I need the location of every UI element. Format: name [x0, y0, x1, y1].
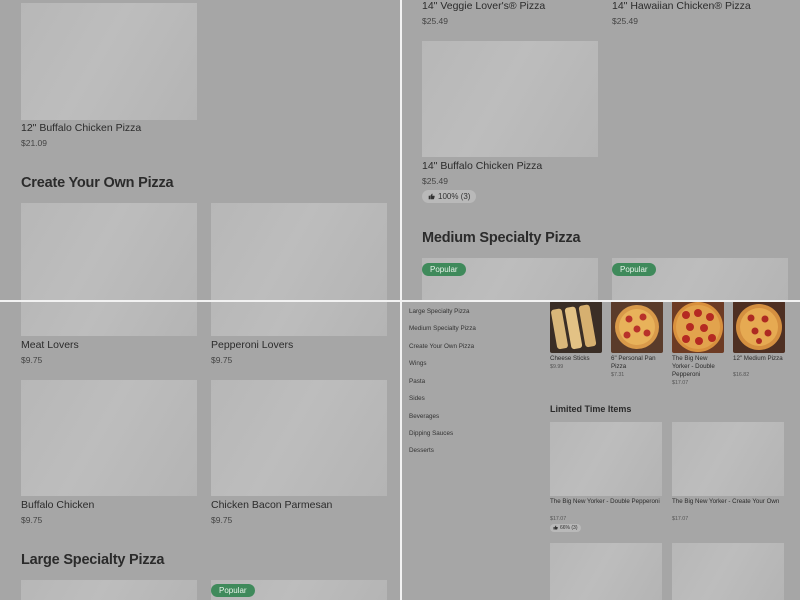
- menu-item-title[interactable]: 14" Hawaiian Chicken® Pizza: [612, 0, 751, 12]
- personal-pan-pizza-image[interactable]: [611, 302, 663, 353]
- quadrant-top-left: 12" Buffalo Chicken Pizza $21.09 Create …: [0, 0, 400, 300]
- nav-item-beverages[interactable]: Beverages: [409, 413, 439, 420]
- limited-item-image[interactable]: [672, 422, 784, 496]
- nav-item-create-your-own[interactable]: Create Your Own Pizza: [409, 343, 474, 350]
- featured-item-title[interactable]: Cheese Sticks: [550, 355, 604, 363]
- popular-badge: Popular: [612, 263, 656, 276]
- menu-item-title[interactable]: 12" Buffalo Chicken Pizza: [21, 122, 141, 134]
- menu-item-image[interactable]: [211, 302, 387, 336]
- quadrant-bottom-right: Large Specialty Pizza Medium Specialty P…: [402, 302, 800, 600]
- menu-item-title[interactable]: Buffalo Chicken: [21, 499, 94, 511]
- popular-badge: Popular: [211, 584, 255, 597]
- rating-badge: 100% (3): [422, 190, 477, 203]
- menu-item-image[interactable]: [21, 203, 197, 300]
- rating-text: 100% (3): [438, 192, 471, 201]
- nav-item-dipping-sauces[interactable]: Dipping Sauces: [409, 430, 453, 437]
- menu-item-price: $21.09: [21, 138, 47, 148]
- menu-item-price: $9.75: [21, 515, 43, 525]
- menu-item-title[interactable]: Pepperoni Lovers: [211, 339, 293, 351]
- limited-item-title[interactable]: The Big New Yorker - Create Your Own: [672, 498, 782, 506]
- menu-item-image[interactable]: [21, 302, 197, 336]
- menu-item-image[interactable]: [211, 203, 387, 300]
- menu-item-price: $25.49: [422, 176, 448, 186]
- nav-item-desserts[interactable]: Desserts: [409, 447, 434, 454]
- quadrant-bottom-left: Meat Lovers $9.75 Pepperoni Lovers $9.75…: [0, 302, 400, 600]
- featured-item-price: $17.07: [672, 380, 689, 386]
- menu-item-price: $9.75: [211, 515, 233, 525]
- limited-item-image[interactable]: [672, 543, 784, 600]
- nav-item-wings[interactable]: Wings: [409, 360, 427, 367]
- nav-item-sides[interactable]: Sides: [409, 395, 425, 402]
- menu-item-title[interactable]: Meat Lovers: [21, 339, 79, 351]
- menu-item-image[interactable]: [422, 41, 598, 157]
- rating-badge: 66% (3): [550, 524, 581, 532]
- thumbs-up-icon: [428, 194, 435, 200]
- menu-item-title[interactable]: 14" Buffalo Chicken Pizza: [422, 160, 542, 172]
- menu-item-image[interactable]: [211, 380, 387, 496]
- section-heading-large-specialty: Large Specialty Pizza: [21, 552, 165, 568]
- nav-item-medium-specialty[interactable]: Medium Specialty Pizza: [409, 325, 476, 332]
- menu-item-title[interactable]: Chicken Bacon Parmesan: [211, 499, 332, 511]
- limited-item-image[interactable]: [550, 422, 662, 496]
- nav-item-pasta[interactable]: Pasta: [409, 378, 425, 385]
- section-heading-limited-time: Limited Time Items: [550, 404, 632, 414]
- featured-item-title[interactable]: The Big New Yorker - Double Pepperoni: [672, 355, 726, 379]
- big-new-yorker-double-pepperoni-image[interactable]: [672, 302, 724, 353]
- limited-item-image[interactable]: [550, 543, 662, 600]
- quadrant-top-right: 14" Veggie Lover's® Pizza $25.49 14" Haw…: [402, 0, 800, 300]
- featured-item-title[interactable]: 6" Personal Pan Pizza: [611, 355, 665, 371]
- rating-text: 66% (3): [560, 525, 578, 531]
- cheese-sticks-image[interactable]: [550, 302, 602, 353]
- popular-badge: Popular: [422, 263, 466, 276]
- featured-item-price: $7.31: [611, 372, 625, 378]
- nav-item-large-specialty[interactable]: Large Specialty Pizza: [409, 308, 470, 315]
- menu-item-price: $25.49: [422, 16, 448, 26]
- menu-item-image[interactable]: [21, 580, 197, 600]
- medium-pizza-image[interactable]: [733, 302, 785, 353]
- menu-item-image[interactable]: [21, 3, 197, 120]
- featured-item-price: $16.82: [733, 372, 750, 378]
- menu-item-title[interactable]: 14" Veggie Lover's® Pizza: [422, 0, 545, 12]
- section-heading-create-your-own: Create Your Own Pizza: [21, 175, 174, 191]
- menu-item-image[interactable]: [21, 380, 197, 496]
- section-heading-medium-specialty: Medium Specialty Pizza: [422, 230, 581, 246]
- featured-item-price: $9.99: [550, 364, 564, 370]
- limited-item-title[interactable]: The Big New Yorker - Double Pepperoni: [550, 498, 660, 506]
- limited-item-price: $17.07: [550, 516, 567, 522]
- menu-item-price: $9.75: [21, 355, 43, 365]
- menu-item-price: $9.75: [211, 355, 233, 365]
- menu-item-price: $25.49: [612, 16, 638, 26]
- thumbs-up-icon: [553, 525, 558, 530]
- featured-item-title[interactable]: 12" Medium Pizza: [733, 355, 787, 363]
- quadrant-divider-horizontal: [0, 300, 800, 302]
- limited-item-price: $17.07: [672, 516, 689, 522]
